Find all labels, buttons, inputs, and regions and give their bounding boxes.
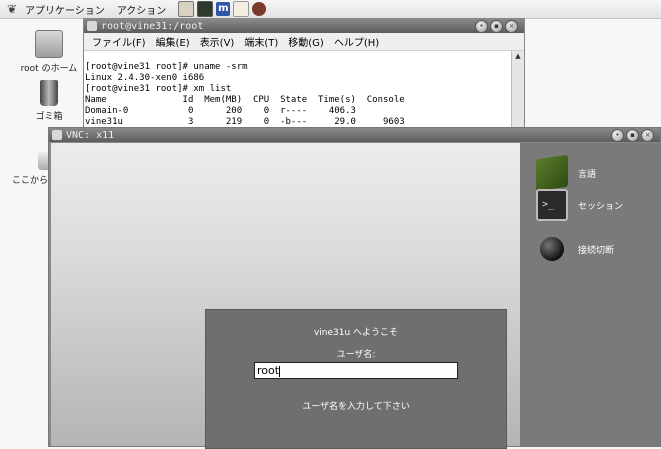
terminal-launcher-icon[interactable] [197, 1, 214, 17]
terminal-scrollbar[interactable]: ▲ [511, 51, 524, 129]
login-sidebar: 言語 >_ セッション 接続切断 [520, 143, 660, 446]
login-hint: ユーザ名を入力して下さい [302, 402, 410, 412]
maximize-icon[interactable]: ▪ [626, 128, 639, 142]
home-launcher-icon[interactable] [178, 1, 195, 17]
desktop-icon-label: ゴミ箱 [35, 112, 63, 122]
books-icon [536, 154, 568, 192]
session-label: セッション [578, 201, 624, 212]
menu-go[interactable]: 移動(G) [288, 34, 324, 49]
username-input[interactable]: root [254, 362, 458, 379]
menu-view[interactable]: 表示(V) [200, 34, 235, 49]
close-icon[interactable]: × [505, 19, 518, 33]
actions-menu[interactable]: アクション [117, 2, 167, 17]
username-label: ユーザ名: [336, 350, 376, 360]
terminal-line: Name Id Mem(MB) CPU State Time(s) Consol… [85, 95, 405, 105]
settings-launcher-icon[interactable] [252, 2, 267, 16]
window-menu-icon[interactable] [87, 21, 97, 31]
minimize-icon[interactable]: • [611, 128, 624, 142]
welcome-text: vine31u へようこそ [313, 328, 399, 338]
login-dialog: vine31u へようこそ ユーザ名: root ユーザ名を入力して下さい [205, 309, 507, 449]
language-label: 言語 [578, 169, 597, 180]
session-button[interactable]: >_ セッション [536, 189, 623, 221]
foot-logo-icon[interactable]: ❦ [5, 2, 19, 16]
desktop-icon-trash[interactable]: ゴミ箱 [14, 80, 84, 122]
disconnect-button[interactable]: 接続切断 [536, 237, 614, 261]
window-menu-icon[interactable] [52, 130, 62, 140]
home-folder-icon [35, 30, 63, 58]
window-title: VNC: x11 [66, 129, 115, 141]
trash-icon [40, 80, 58, 106]
terminal-line: Domain-0 0 200 0 r---- 406.3 [85, 106, 356, 116]
language-button[interactable]: 言語 [536, 154, 597, 192]
terminal-line: [root@vine31 root]# xm list [85, 84, 232, 94]
vnc-window: VNC: x11 • ▪ × 言語 >_ セッション 接続切断 vine31u … [48, 127, 661, 449]
mozilla-launcher-icon[interactable]: m [216, 2, 231, 16]
editor-launcher-icon[interactable] [233, 1, 250, 17]
terminal-line: Linux 2.4.30-xen0 i686 [85, 73, 205, 83]
username-value: root [257, 364, 280, 377]
close-icon[interactable]: × [641, 128, 654, 142]
maximize-icon[interactable]: ▪ [490, 19, 503, 33]
menu-edit[interactable]: 編集(E) [156, 34, 190, 49]
menu-terminal[interactable]: 端末(T) [244, 34, 278, 49]
terminal-output[interactable]: [root@vine31 root]# uname -srm Linux 2.4.… [84, 51, 512, 129]
applications-menu[interactable]: アプリケーション [25, 2, 105, 17]
bomb-icon [540, 237, 564, 261]
terminal-icon: >_ [536, 189, 568, 221]
menu-file[interactable]: ファイル(F) [92, 34, 146, 49]
top-panel: ❦ アプリケーション アクション m [0, 0, 661, 19]
terminal-menubar: ファイル(F) 編集(E) 表示(V) 端末(T) 移動(G) ヘルプ(H) [84, 33, 524, 51]
vnc-titlebar[interactable]: VNC: x11 • ▪ × [49, 128, 660, 142]
gdm-login-screen: 言語 >_ セッション 接続切断 vine31u へようこそ ユーザ名: roo… [51, 143, 660, 449]
terminal-line: [root@vine31 root]# uname -srm [85, 62, 248, 72]
desktop-icon-label: root のホーム [20, 64, 78, 74]
minimize-icon[interactable]: • [475, 19, 488, 33]
terminal-window: root@vine31:/root • ▪ × ファイル(F) 編集(E) 表示… [83, 18, 525, 130]
text-caret [279, 365, 281, 377]
terminal-titlebar[interactable]: root@vine31:/root • ▪ × [84, 19, 524, 33]
disconnect-label: 接続切断 [578, 245, 615, 256]
window-title: root@vine31:/root [101, 20, 204, 32]
menu-help[interactable]: ヘルプ(H) [334, 34, 379, 49]
desktop-icon-home[interactable]: root のホーム [14, 30, 84, 74]
scroll-up-icon[interactable]: ▲ [512, 51, 524, 61]
